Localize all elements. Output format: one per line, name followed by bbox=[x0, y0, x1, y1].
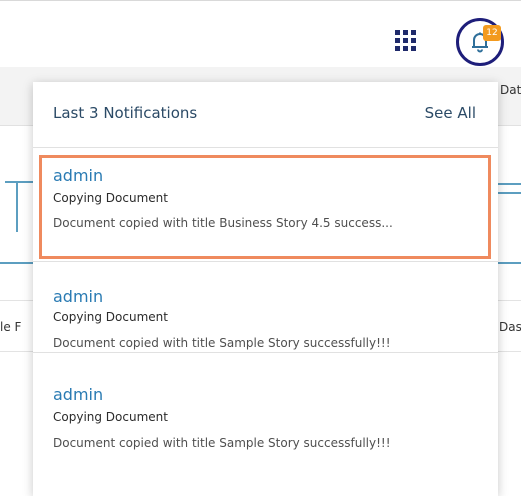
dropdown-title: Last 3 Notifications bbox=[53, 104, 198, 122]
grid-apps-icon[interactable] bbox=[395, 30, 417, 52]
background-cell-partial: le F bbox=[0, 320, 22, 334]
background-line bbox=[498, 192, 521, 194]
notification-description: Document copied with title Sample Story … bbox=[53, 436, 391, 450]
highlight-box bbox=[39, 155, 491, 259]
background-cell-partial: Das bbox=[499, 320, 521, 334]
background-line bbox=[16, 182, 18, 232]
background-line bbox=[0, 262, 33, 264]
background-line bbox=[498, 262, 521, 264]
notification-user: admin bbox=[53, 287, 104, 306]
notification-description: Document copied with title Sample Story … bbox=[53, 336, 391, 350]
background-line bbox=[498, 183, 521, 185]
notification-action: Copying Document bbox=[53, 410, 168, 424]
notification-user: admin bbox=[53, 385, 104, 404]
notification-item[interactable]: admin Copying Document Document copied w… bbox=[33, 262, 498, 351]
notification-bell-button[interactable]: 12 bbox=[456, 18, 504, 66]
dropdown-header: Last 3 Notifications See All bbox=[33, 82, 498, 147]
notification-item[interactable]: admin Copying Document Document copied w… bbox=[33, 353, 498, 463]
top-bar: 12 bbox=[0, 0, 521, 69]
notification-count-badge: 12 bbox=[483, 25, 501, 41]
see-all-link[interactable]: See All bbox=[425, 104, 476, 122]
column-header-partial: Dat bbox=[500, 83, 521, 97]
notifications-dropdown: Last 3 Notifications See All admin Copyi… bbox=[33, 82, 498, 496]
background-line bbox=[5, 181, 33, 183]
notification-action: Copying Document bbox=[53, 310, 168, 324]
